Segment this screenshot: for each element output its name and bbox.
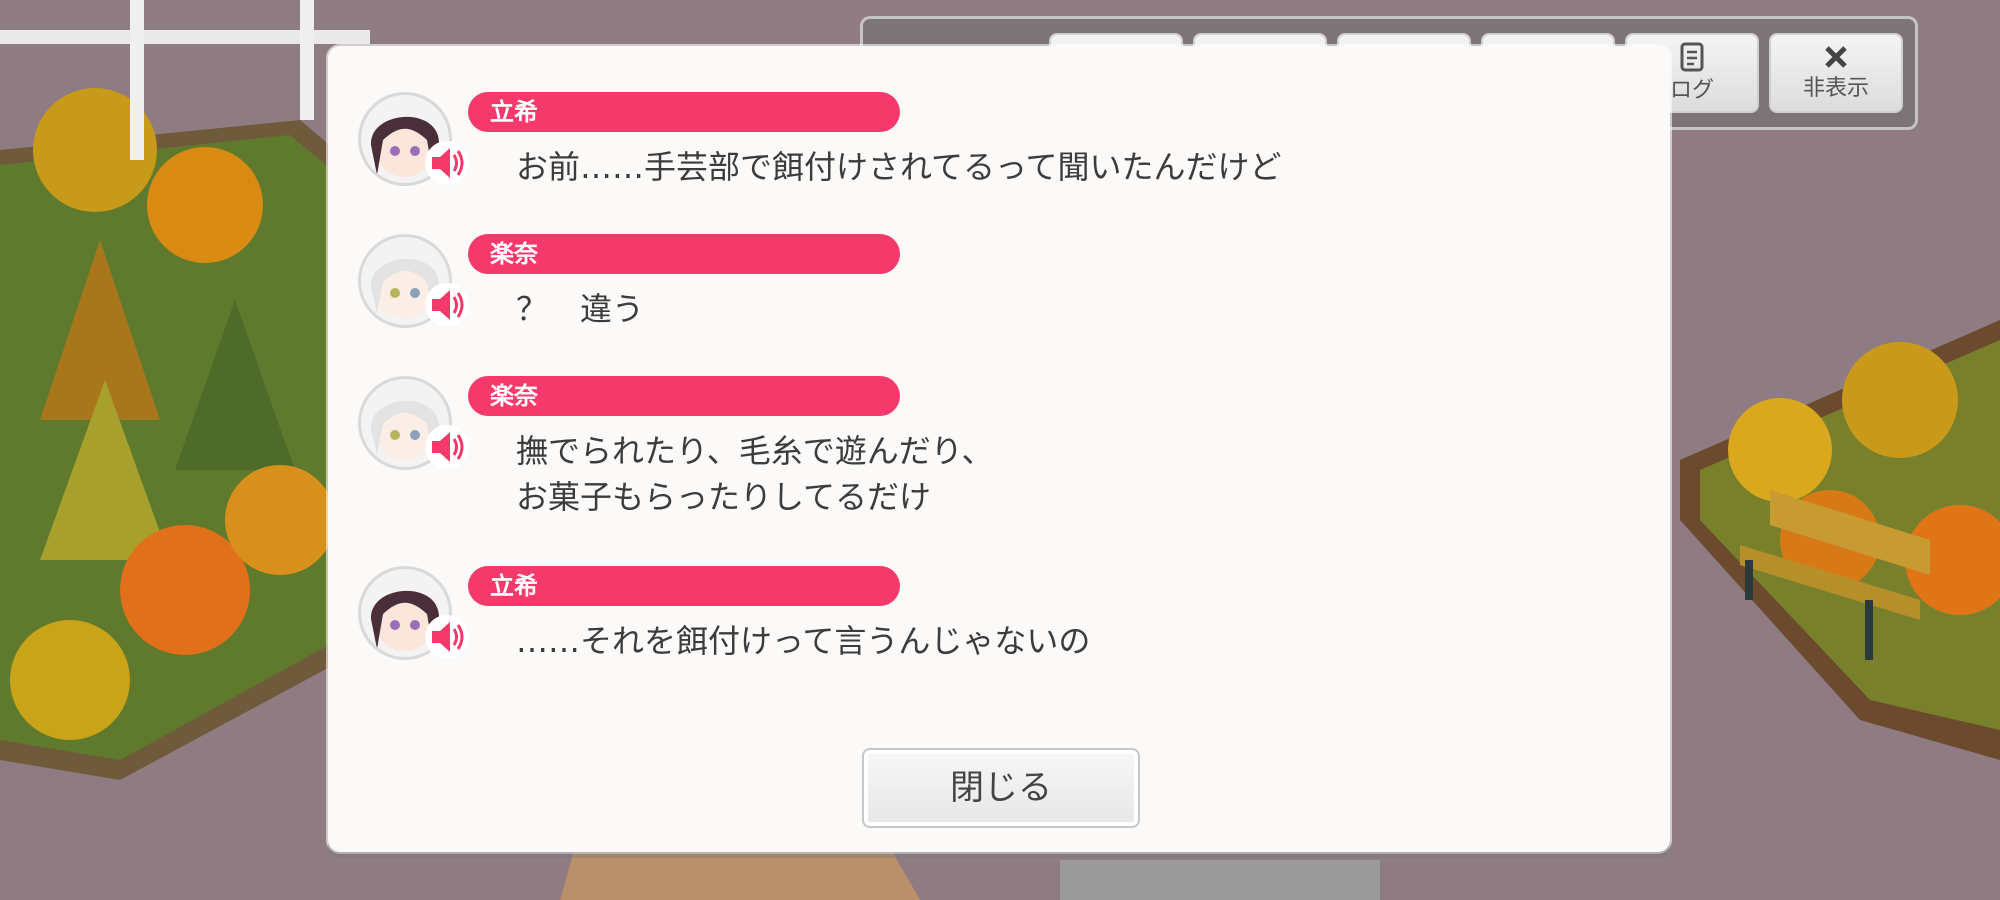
speaker-name: 立希 <box>468 92 900 132</box>
voice-play-icon[interactable] <box>424 424 470 470</box>
log-dialog: 立希 お前……手芸部で餌付けされてるって聞いたんだけど 楽奈 ？ 違う 楽奈 撫… <box>328 46 1670 852</box>
speaker-name: 立希 <box>468 566 900 606</box>
dialogue-line: ？ 違う <box>516 290 645 328</box>
speaker-name: 楽奈 <box>468 234 900 274</box>
dialogue-line: お前……手芸部で餌付けされてるって聞いたんだけど <box>516 148 1282 186</box>
close-button[interactable]: 閉じる <box>862 748 1140 828</box>
voice-play-icon[interactable] <box>424 614 470 660</box>
dialogue-line: 撫でられたり、毛糸で遊んだり、 <box>516 432 994 470</box>
voice-play-icon[interactable] <box>424 140 470 186</box>
log-icon <box>1680 42 1704 72</box>
dialogue-line: ……それを餌付けって言うんじゃないの <box>516 622 1091 660</box>
speaker-name: 楽奈 <box>468 376 900 416</box>
hide-button[interactable]: 非表示 <box>1769 33 1903 113</box>
voice-play-icon[interactable] <box>424 282 470 328</box>
dialogue-line: お菓子もらったりしてるだけ <box>516 478 932 516</box>
close-x-icon <box>1825 46 1847 68</box>
